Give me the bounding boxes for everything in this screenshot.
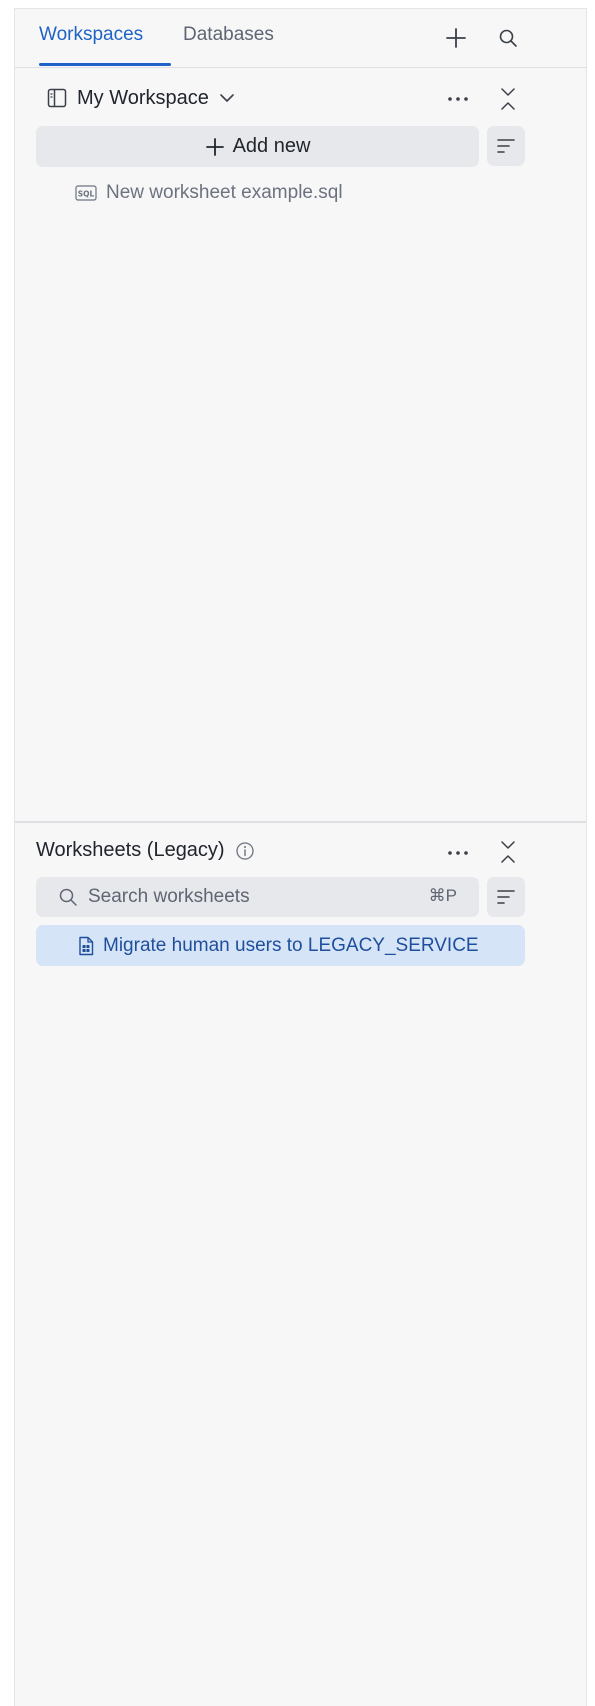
tab-databases[interactable]: Databases [183,23,274,47]
svg-text:SQL: SQL [78,190,95,199]
more-horizontal-icon [448,851,468,855]
legacy-worksheet-name: Migrate human users to LEGACY_SERVICE [103,934,479,956]
legacy-more-button[interactable] [443,839,473,867]
search-icon [499,29,517,47]
search-button[interactable] [493,23,523,53]
add-new-label: Add new [232,135,311,157]
add-new-button[interactable]: Add new [36,126,479,167]
plus-icon [205,137,224,156]
search-icon [59,888,77,906]
active-tab-indicator [39,63,171,66]
workspace-file-name: New worksheet example.sql [106,182,343,203]
legacy-title-group: Worksheets (Legacy) [36,839,255,862]
sort-icon [497,139,515,153]
sidebar-panel: Workspaces Databases My Workspace Add ne… [14,8,587,1706]
workspace-more-button[interactable] [443,85,473,113]
collapse-icon [501,841,515,863]
search-shortcut-hint: ⌘P [428,886,457,905]
info-icon[interactable] [235,841,255,861]
legacy-collapse-button[interactable] [493,836,523,868]
sql-file-icon: SQL [75,185,97,201]
workspace-selector[interactable]: My Workspace [47,83,235,113]
sort-icon [497,890,515,904]
collapse-icon [501,88,515,110]
chevron-down-icon [220,94,234,102]
legacy-header: Worksheets (Legacy) [15,829,586,873]
plus-icon [446,28,466,48]
more-horizontal-icon [448,97,468,101]
legacy-section-title: Worksheets (Legacy) [36,839,225,861]
tab-bar: Workspaces Databases [15,9,586,68]
legacy-worksheet-item[interactable]: Migrate human users to LEGACY_SERVICE [36,925,525,966]
workspace-collapse-button[interactable] [493,83,523,115]
workspace-panel-icon [47,88,67,108]
worksheet-search-input[interactable] [88,882,388,912]
workspace-file-item[interactable]: SQL New worksheet example.sql [75,178,343,208]
legacy-sort-button[interactable] [487,877,525,917]
tab-workspaces[interactable]: Workspaces [39,23,143,47]
add-button[interactable] [441,23,471,53]
section-divider[interactable] [15,821,586,823]
worksheet-search-box[interactable]: ⌘P [36,877,479,917]
worksheet-file-icon [79,936,94,955]
workspace-header: My Workspace [15,77,586,117]
workspace-sort-button[interactable] [487,126,525,166]
workspace-title: My Workspace [77,86,209,109]
